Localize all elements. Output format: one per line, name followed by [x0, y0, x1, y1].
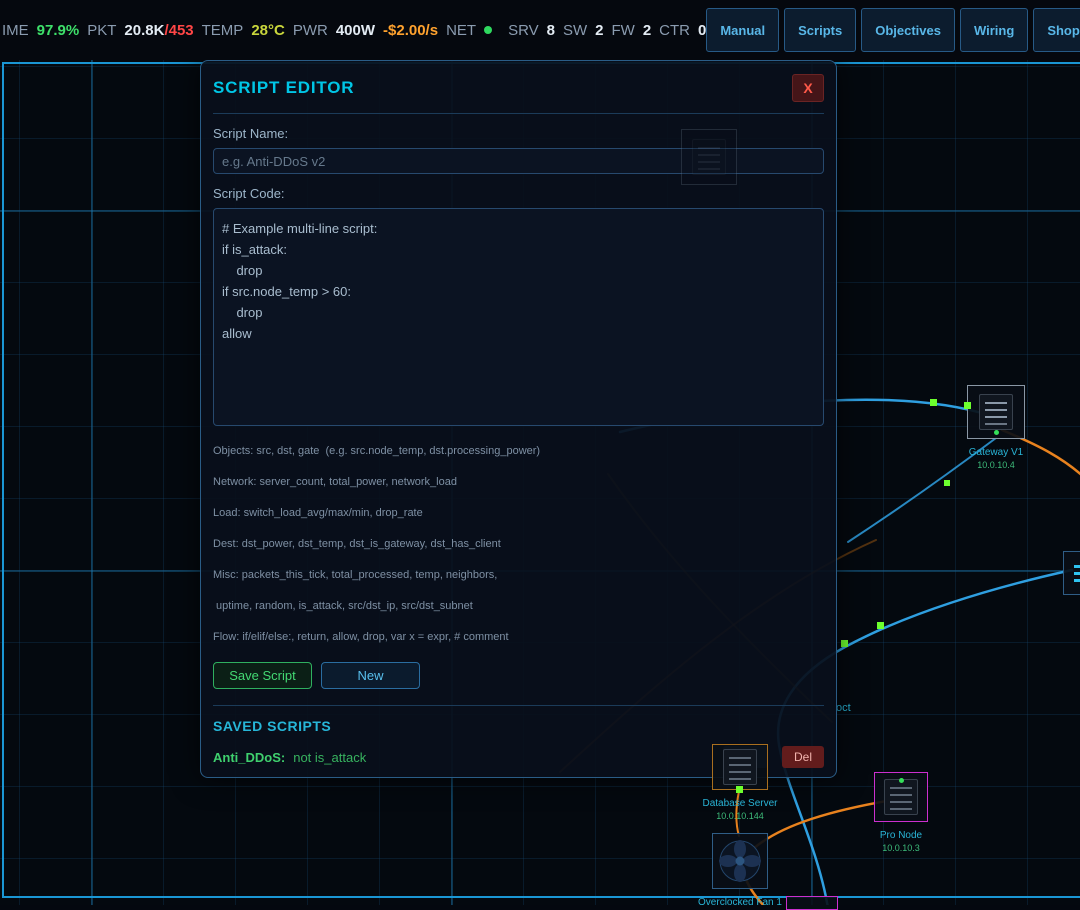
nav-shop-button[interactable]: Shop [1033, 8, 1080, 52]
modal-header: SCRIPT EDITOR X [213, 73, 824, 103]
close-button[interactable]: X [792, 74, 824, 102]
temp-label: TEMP [201, 21, 244, 39]
node-label: Gateway V1 [968, 447, 1024, 458]
script-code-textarea[interactable]: # Example multi-line script: if is_attac… [213, 208, 824, 426]
nav-scripts-button[interactable]: Scripts [784, 8, 857, 52]
packets-value: 20.8K [124, 21, 165, 39]
net-label: NET [446, 21, 477, 39]
firewalls-label: FW [611, 21, 635, 39]
node-label: Database Server [702, 798, 778, 809]
uptime-label: IME [2, 21, 29, 39]
script-editor-modal: SCRIPT EDITOR X Script Name: Script Code… [200, 60, 837, 778]
help-line-network: Network: server_count, total_power, netw… [213, 476, 457, 488]
server-icon [884, 779, 918, 815]
servers-value: 8 [546, 21, 555, 39]
script-name-input[interactable] [213, 148, 824, 174]
server-icon [723, 749, 757, 785]
node-ip: 10.0.10.3 [882, 843, 920, 853]
modal-button-row: Save Script New [213, 662, 824, 689]
server-icon [979, 394, 1013, 430]
node-label: Pro Node [879, 830, 923, 841]
led-dot [994, 430, 999, 435]
help-line-misc: Misc: packets_this_tick, total_processed… [213, 569, 498, 581]
packet [736, 786, 743, 793]
temp-value: 28°C [251, 21, 285, 39]
firewalls-value: 2 [642, 21, 652, 39]
node-database-server[interactable]: Database Server 10.0.10.144 [685, 744, 795, 821]
switches-label: SW [562, 21, 588, 39]
node-ip: 10.0.10.144 [716, 811, 764, 821]
node-ip: 10.0.10.4 [977, 460, 1015, 470]
packet [964, 402, 971, 409]
packets-label: PKT [87, 21, 117, 39]
saved-scripts-heading: SAVED SCRIPTS [213, 718, 332, 734]
packets-dropped-value: /453 [164, 21, 194, 39]
new-script-button[interactable]: New [321, 662, 420, 689]
saved-script-name: Anti_DDoS: [213, 749, 286, 765]
fan-icon [719, 840, 761, 882]
power-label: PWR [292, 21, 328, 39]
save-script-button[interactable]: Save Script [213, 662, 312, 689]
packet [841, 640, 848, 647]
help-line-misc-2: uptime, random, is_attack, src/dst_ip, s… [213, 600, 473, 612]
packet [930, 399, 937, 406]
help-line-objects: Objects: src, dst, gate (e.g. src.node_t… [213, 445, 541, 457]
node-label: Overclocked Fan 1 [698, 897, 782, 908]
help-line-dest: Dest: dst_power, dst_temp, dst_is_gatewa… [213, 538, 501, 550]
top-status-bar: IME 97.9% PKT 20.8K/453 TEMP 28°C PWR 40… [0, 0, 1080, 60]
switches-value: 2 [595, 21, 604, 39]
divider [213, 113, 824, 114]
node-switch-partial[interactable] [1053, 551, 1080, 595]
switch-icon [1074, 561, 1080, 586]
script-code-label: Script Code: [213, 186, 285, 201]
packet [944, 480, 950, 486]
uptime-value: 97.9% [36, 21, 80, 39]
nav-manual-button[interactable]: Manual [706, 8, 780, 52]
nav-wiring-button[interactable]: Wiring [959, 8, 1029, 52]
node-label-partial: oct [836, 702, 851, 714]
led-dot [899, 778, 904, 783]
node-gateway[interactable]: Gateway V1 10.0.10.4 [941, 385, 1051, 470]
help-line-flow: Flow: if/elif/else:, return, allow, drop… [213, 631, 509, 643]
node-pro-node[interactable]: Pro Node 10.0.10.3 [846, 772, 956, 853]
node-overclocked-fan[interactable]: Overclocked Fan 1 [685, 833, 795, 908]
status-stats: IME 97.9% PKT 20.8K/453 TEMP 28°C PWR 40… [0, 22, 706, 39]
packet [877, 622, 884, 629]
servers-label: SRV [508, 21, 539, 39]
script-help: Objects: src, dst, gate (e.g. src.node_t… [213, 445, 824, 643]
net-status-dot [484, 26, 493, 34]
divider [213, 705, 824, 706]
power-value: 400W [335, 21, 376, 39]
script-name-label: Script Name: [213, 126, 289, 141]
modal-title: SCRIPT EDITOR [213, 78, 355, 97]
nav-objectives-button[interactable]: Objectives [861, 8, 955, 52]
saved-script-code: not is_attack [293, 749, 367, 765]
nav-buttons: Manual Scripts Objectives Wiring Shop St… [706, 8, 1080, 52]
power-cost-value: -$2.00/s [383, 21, 439, 39]
help-line-load: Load: switch_load_avg/max/min, drop_rate [213, 507, 423, 519]
controllers-label: CTR [659, 21, 690, 39]
controllers-value: 0 [698, 21, 707, 39]
